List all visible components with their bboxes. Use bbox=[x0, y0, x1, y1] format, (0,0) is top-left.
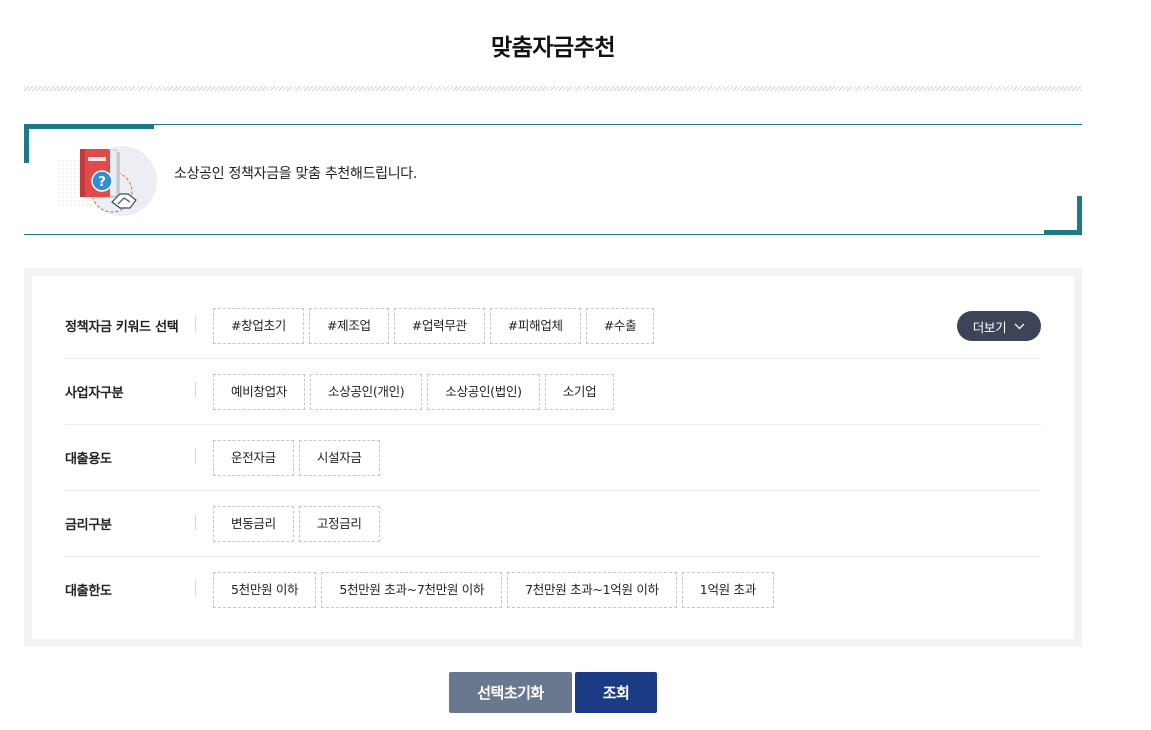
intro-corner-top-left bbox=[24, 124, 154, 129]
chip-list-keyword: #창업초기 #제조업 #업력무관 #피해업체 #수출 bbox=[213, 308, 655, 344]
intro-border-bottom bbox=[24, 234, 1082, 235]
intro-border-top bbox=[24, 124, 1082, 125]
chip-small-business-individual[interactable]: 소상공인(개인) bbox=[310, 374, 423, 410]
chip-prospective-founder[interactable]: 예비창업자 bbox=[213, 374, 306, 410]
chip-list-business-type: 예비창업자 소상공인(개인) 소상공인(법인) 소기업 bbox=[213, 374, 615, 410]
reset-selection-button[interactable]: 선택초기화 bbox=[449, 672, 572, 713]
chip-list-loan-purpose: 운전자금 시설자금 bbox=[213, 440, 380, 476]
chip-keyword-any-years[interactable]: #업력무관 bbox=[393, 308, 485, 344]
chip-limit-under-50m[interactable]: 5천만원 이하 bbox=[213, 572, 317, 608]
filter-separator bbox=[195, 448, 196, 464]
chip-limit-70m-100m[interactable]: 7천만원 초과~1억원 이하 bbox=[507, 572, 677, 608]
filter-row-loan-purpose: 대출용도 운전자금 시설자금 bbox=[65, 440, 1041, 491]
chip-keyword-export[interactable]: #수출 bbox=[585, 308, 655, 344]
page-title: 맞춤자금추천 bbox=[491, 35, 615, 61]
svg-text:?: ? bbox=[98, 175, 106, 190]
chip-small-business-corporate[interactable]: 소상공인(법인) bbox=[427, 374, 540, 410]
chevron-down-icon bbox=[1014, 323, 1025, 330]
chip-limit-over-100m[interactable]: 1억원 초과 bbox=[681, 572, 774, 608]
intro-box: ? 소상공인 정책자금을 맞춤 추천해드립니다. bbox=[24, 124, 1082, 235]
more-button[interactable]: 더보기 bbox=[957, 311, 1041, 341]
chip-list-loan-limit: 5천만원 이하 5천만원 초과~7천만원 이하 7천만원 초과~1억원 이하 1… bbox=[213, 572, 774, 608]
chip-facility-funds[interactable]: 시설자금 bbox=[298, 440, 380, 476]
chip-variable-rate[interactable]: 변동금리 bbox=[213, 506, 294, 542]
chip-limit-50m-70m[interactable]: 5천만원 초과~7천만원 이하 bbox=[321, 572, 503, 608]
filter-row-interest-type: 금리구분 변동금리 고정금리 bbox=[65, 506, 1041, 557]
filter-panel: 정책자금 키워드 선택 #창업초기 #제조업 #업력무관 #피해업체 #수출 더… bbox=[24, 268, 1082, 647]
filter-label-loan-limit: 대출한도 bbox=[65, 584, 112, 599]
filter-row-loan-limit: 대출한도 5천만원 이하 5천만원 초과~7천만원 이하 7천만원 초과~1억원… bbox=[65, 572, 1041, 622]
chip-keyword-startup[interactable]: #창업초기 bbox=[213, 308, 304, 344]
filter-label-business-type: 사업자구분 bbox=[65, 386, 124, 401]
filter-panel-inner: 정책자금 키워드 선택 #창업초기 #제조업 #업력무관 #피해업체 #수출 더… bbox=[32, 276, 1074, 639]
chip-fixed-rate[interactable]: 고정금리 bbox=[298, 506, 380, 542]
intro-text: 소상공인 정책자금을 맞춤 추천해드립니다. bbox=[174, 166, 418, 182]
chip-operating-funds[interactable]: 운전자금 bbox=[213, 440, 294, 476]
filter-separator bbox=[195, 382, 196, 398]
filter-row-keyword: 정책자금 키워드 선택 #창업초기 #제조업 #업력무관 #피해업체 #수출 더… bbox=[65, 308, 1041, 359]
more-button-label: 더보기 bbox=[972, 319, 1007, 335]
filter-separator bbox=[195, 316, 196, 332]
chip-keyword-affected[interactable]: #피해업체 bbox=[489, 308, 581, 344]
title-divider bbox=[24, 86, 1082, 91]
chip-small-enterprise[interactable]: 소기업 bbox=[544, 374, 615, 410]
search-button[interactable]: 조회 bbox=[575, 672, 657, 713]
chip-list-interest-type: 변동금리 고정금리 bbox=[213, 506, 380, 542]
filter-separator bbox=[195, 580, 196, 596]
policy-book-handshake-icon: ? bbox=[58, 144, 162, 216]
filter-label-keyword: 정책자금 키워드 선택 bbox=[65, 320, 179, 335]
filter-label-interest-type: 금리구분 bbox=[65, 518, 112, 533]
chip-keyword-manufacturing[interactable]: #제조업 bbox=[308, 308, 389, 344]
filter-label-loan-purpose: 대출용도 bbox=[65, 452, 112, 467]
filter-row-business-type: 사업자구분 예비창업자 소상공인(개인) 소상공인(법인) 소기업 bbox=[65, 374, 1041, 425]
filter-separator bbox=[195, 514, 196, 530]
